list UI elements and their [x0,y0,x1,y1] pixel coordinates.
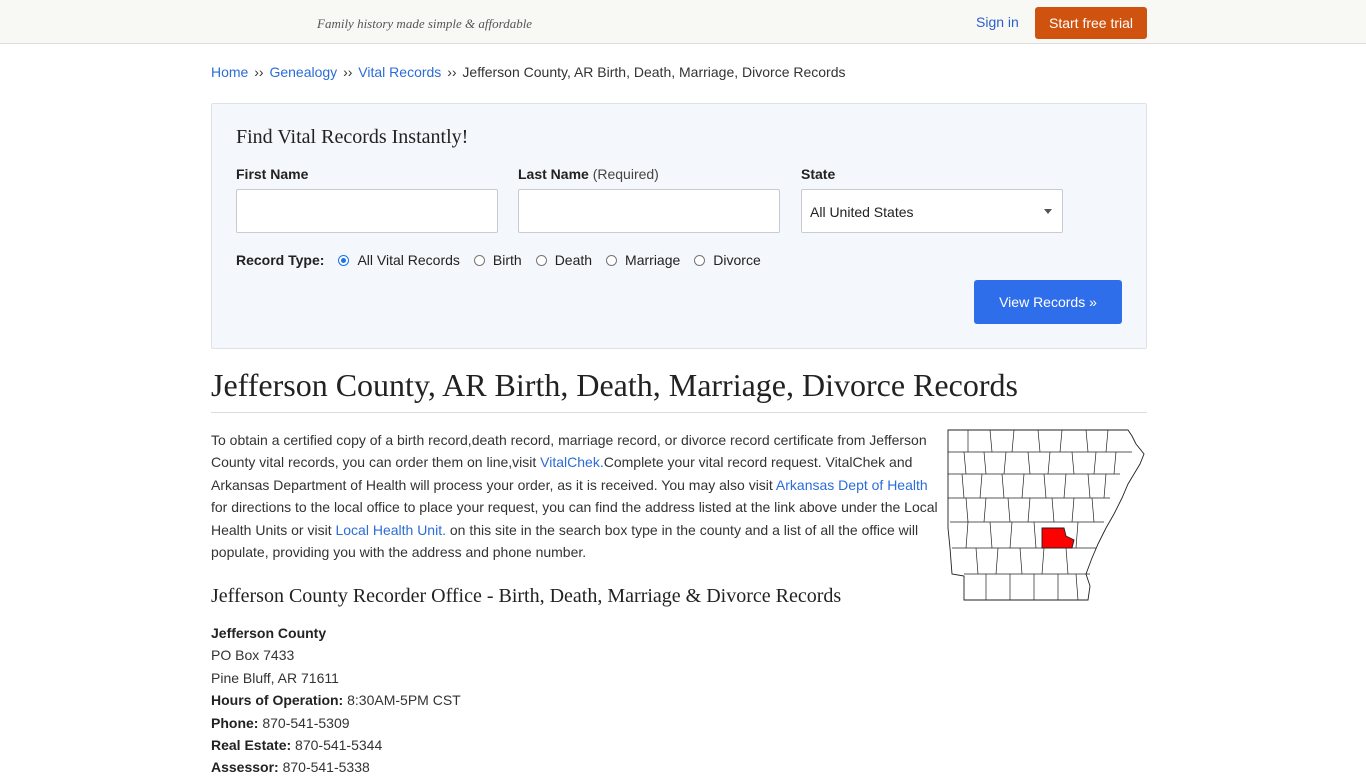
chevron-down-icon [1044,209,1052,214]
first-name-label: First Name [236,166,309,182]
hours-value: 8:30AM-5PM CST [347,692,461,709]
last-name-label: Last Name (Required) [518,166,659,182]
breadcrumb-separator: ›› [254,64,264,80]
radio-death[interactable]: Death [535,252,593,268]
real-estate-value: 870-541-5344 [295,737,383,754]
hours-label: Hours of Operation: [211,692,344,709]
radio-label: Divorce [713,252,761,268]
breadcrumb-home[interactable]: Home [211,64,248,80]
first-name-input[interactable] [236,189,498,233]
state-outline [947,429,1145,601]
last-name-label-text: Last Name [518,166,589,182]
page-title: Jefferson County, AR Birth, Death, Marri… [211,367,1018,403]
title-divider [211,412,1147,413]
intro-paragraph: To obtain a certified copy of a birth re… [211,429,941,563]
required-note: (Required) [592,166,659,182]
radio-divorce[interactable]: Divorce [694,252,761,268]
office-address-line-2: Pine Bluff, AR 71611 [211,669,339,686]
radio-marriage[interactable]: Marriage [606,252,680,268]
radio-button[interactable] [535,254,547,266]
record-type-label: Record Type: [236,252,325,268]
phone-label: Phone: [211,714,259,731]
real-estate-label: Real Estate: [211,737,292,754]
sign-in-link[interactable]: Sign in [976,14,1019,30]
office-hours-row: Hours of Operation: 8:30AM-5PM CST [211,689,461,711]
breadcrumb-current: Jefferson County, AR Birth, Death, Marri… [462,64,846,80]
radio-button-checked[interactable] [338,254,350,266]
search-form: Find Vital Records Instantly! First Name… [211,103,1147,349]
arkansas-county-map [947,429,1145,601]
last-name-input[interactable] [518,189,780,233]
radio-birth[interactable]: Birth [473,252,522,268]
start-free-trial-button[interactable]: Start free trial [1035,7,1147,39]
radio-label: Marriage [625,252,681,268]
vitalchek-link[interactable]: VitalChek. [540,454,604,470]
radio-all-vital-records[interactable]: All Vital Records [338,252,460,268]
breadcrumb-separator: ›› [343,64,353,80]
state-select-value: All United States [810,204,914,220]
radio-label: Birth [492,252,522,268]
radio-label: All Vital Records [357,252,460,268]
breadcrumb-separator: ›› [447,64,457,80]
radio-button[interactable] [694,254,706,266]
state-label: State [801,166,836,182]
breadcrumb-genealogy[interactable]: Genealogy [269,64,337,80]
record-type-group: Record Type: All Vital Records Birth Dea… [236,250,775,270]
local-health-unit-link[interactable]: Local Health Unit. [335,522,446,538]
tagline: Family history made simple & affordable [317,16,533,31]
office-info: Jefferson County PO Box 7433 Pine Bluff,… [211,622,461,779]
top-bar: Family history made simple & affordable … [0,0,1366,44]
arkansas-dept-health-link[interactable]: Arkansas Dept of Health [776,477,928,493]
view-records-button[interactable]: View Records » [974,280,1122,324]
phone-value: 870-541-5309 [262,714,350,731]
state-select[interactable]: All United States [801,189,1063,233]
breadcrumb: Home ›› Genealogy ›› Vital Records ›› Je… [211,64,846,80]
office-address-line-1: PO Box 7433 [211,647,295,664]
radio-button[interactable] [606,254,618,266]
assessor-label: Assessor: [211,759,279,776]
office-phone-row: Phone: 870-541-5309 [211,712,461,734]
section-title: Jefferson County Recorder Office - Birth… [211,585,842,607]
radio-label: Death [554,252,593,268]
office-real-estate-row: Real Estate: 870-541-5344 [211,734,461,756]
radio-button[interactable] [473,254,485,266]
breadcrumb-vital-records[interactable]: Vital Records [358,64,441,80]
assessor-value: 870-541-5338 [282,759,370,776]
search-title: Find Vital Records Instantly! [236,126,469,148]
office-name: Jefferson County [211,625,327,641]
